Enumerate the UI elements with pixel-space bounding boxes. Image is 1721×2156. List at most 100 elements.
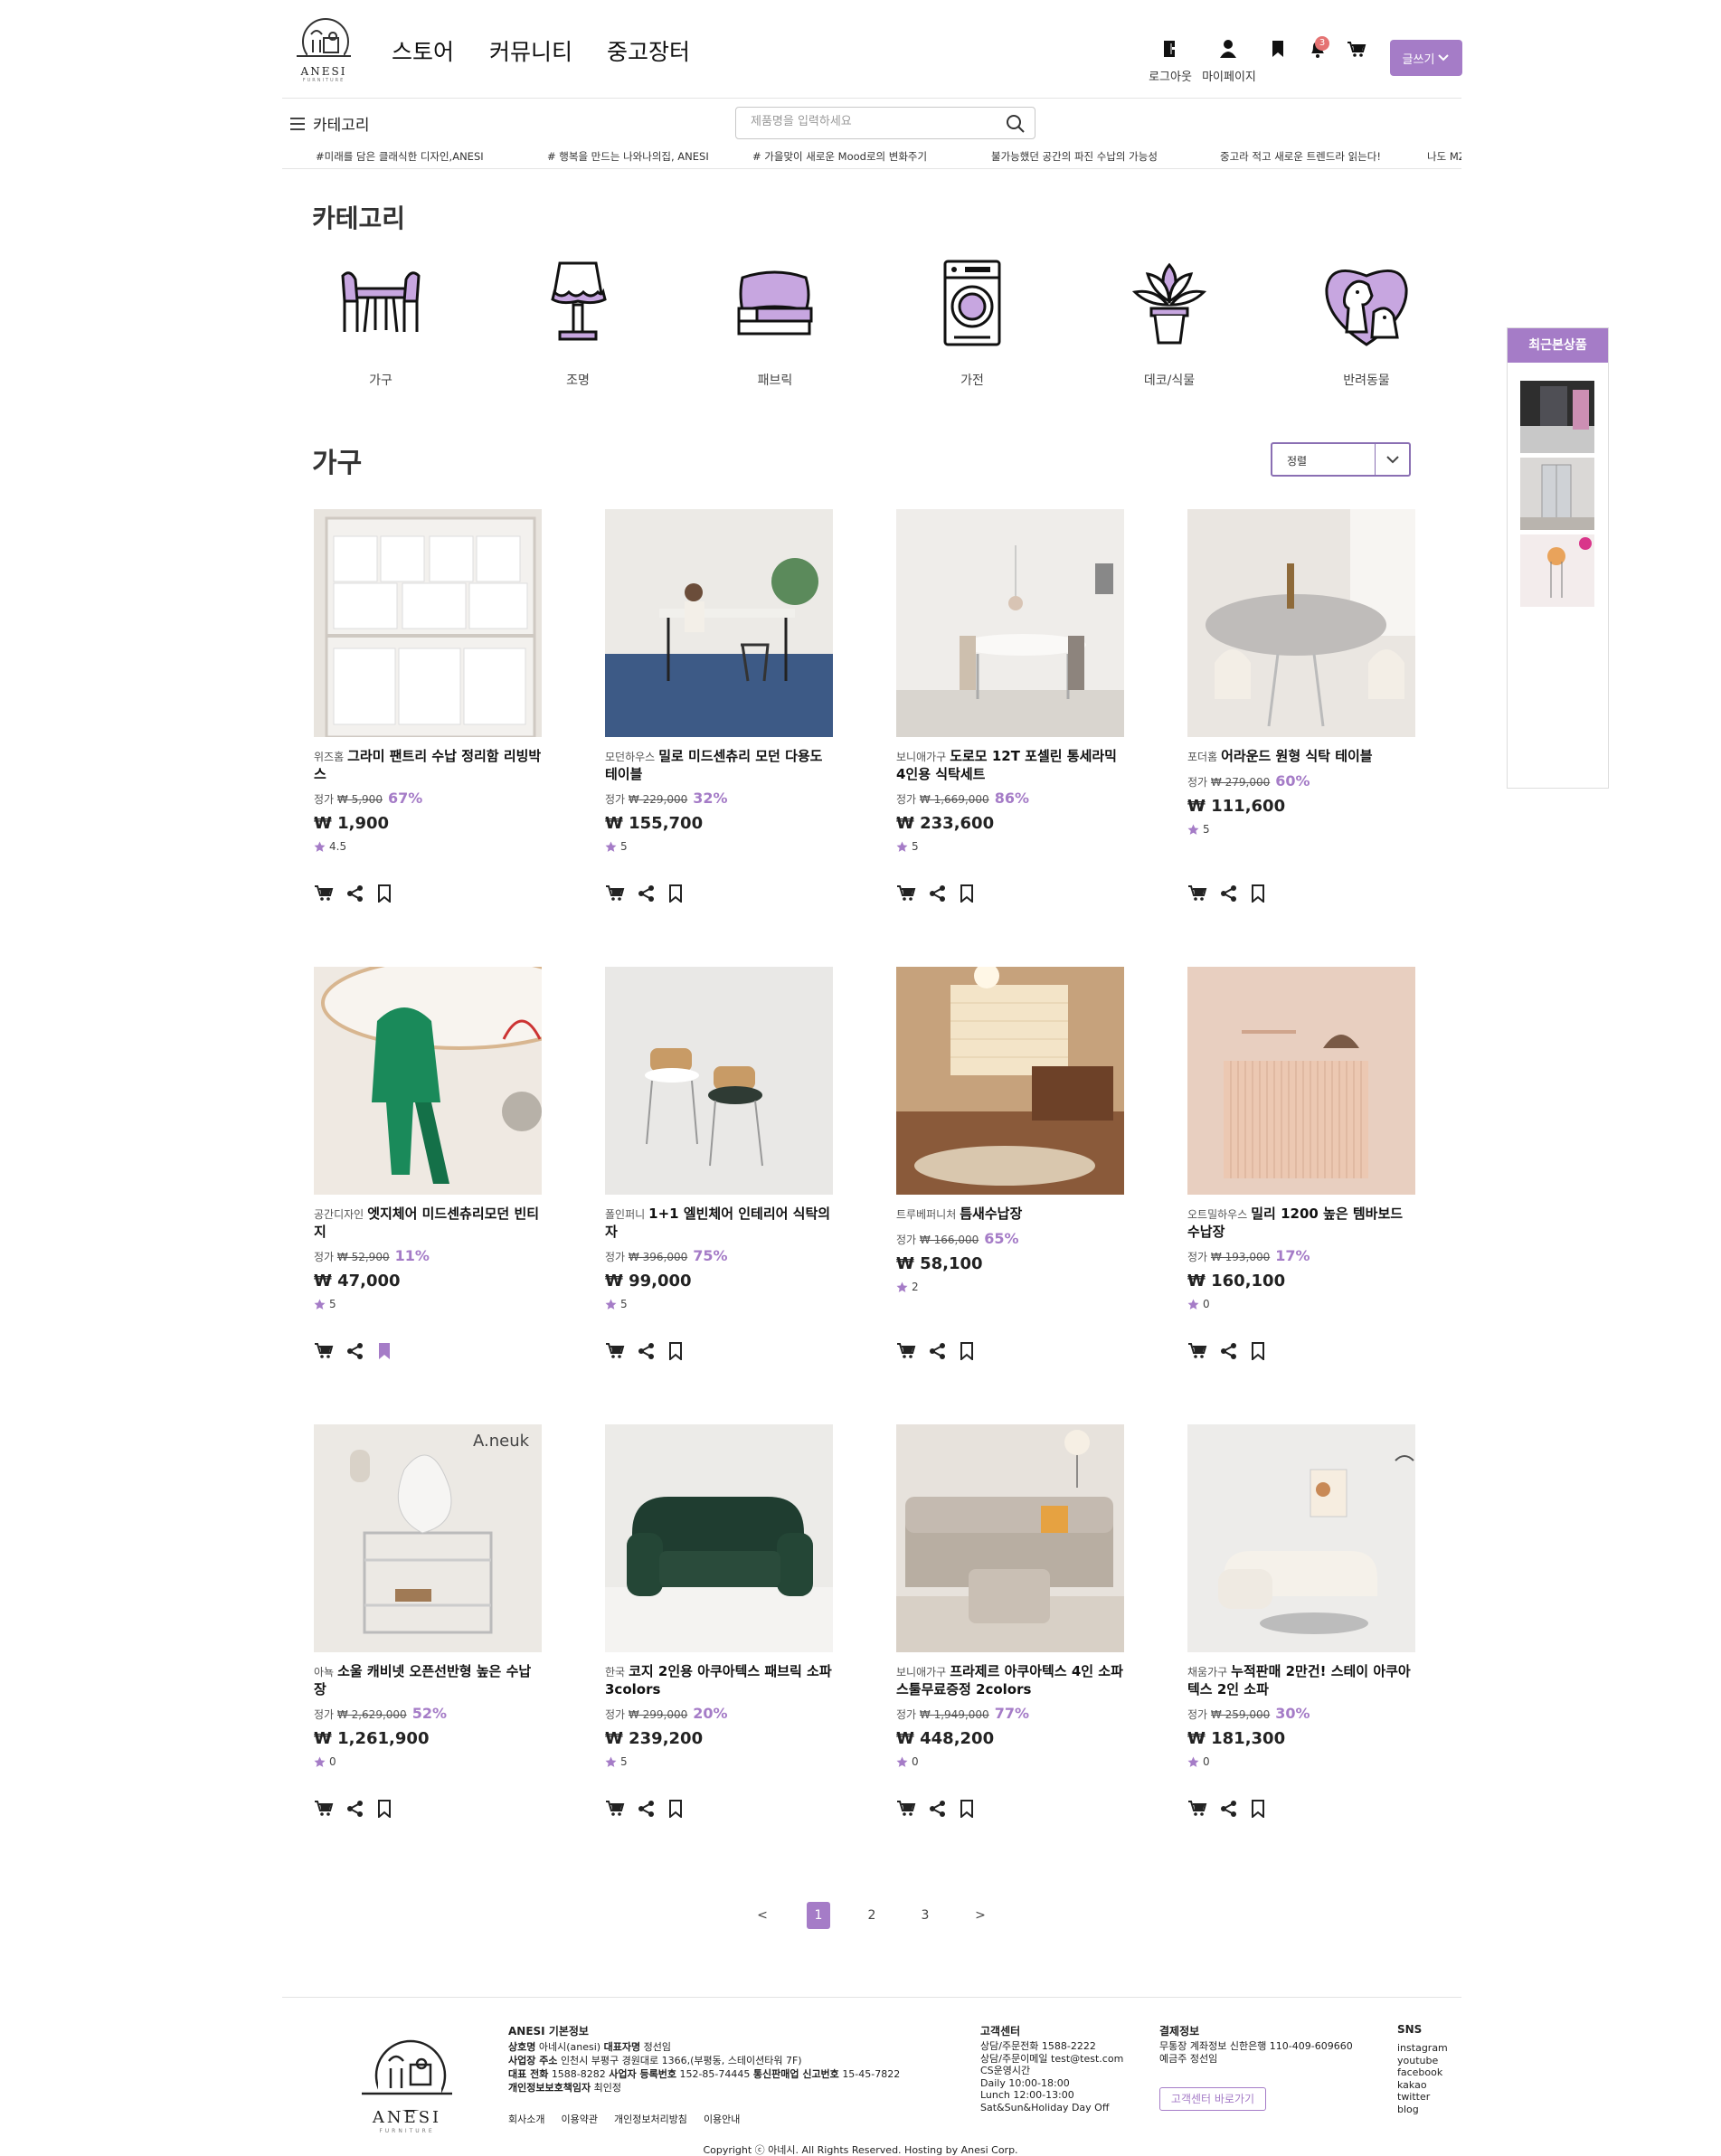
bookmark-icon[interactable] bbox=[377, 884, 392, 903]
product-image[interactable] bbox=[314, 509, 542, 737]
product-title[interactable]: 한국 코지 2인용 아쿠아텍스 패브릭 소파 3colors bbox=[605, 1663, 833, 1698]
bookmark-icon[interactable] bbox=[377, 1800, 392, 1818]
product-title[interactable]: 오트밀하우스 밀리 1200 높은 템바보드 수납장 bbox=[1187, 1206, 1415, 1241]
bookmark-icon[interactable] bbox=[668, 1800, 683, 1818]
bookmark-icon[interactable] bbox=[1251, 1342, 1265, 1360]
share-icon[interactable] bbox=[638, 1342, 656, 1360]
share-icon[interactable] bbox=[346, 1800, 364, 1818]
product-image[interactable] bbox=[1187, 967, 1415, 1195]
ticker-item[interactable]: 중고라 적고 새로운 트렌드라 읽는다! bbox=[1220, 149, 1381, 164]
pagination-prev[interactable]: < bbox=[751, 1902, 774, 1929]
recent-thumbnail[interactable] bbox=[1520, 534, 1594, 607]
product-image[interactable] bbox=[605, 509, 833, 737]
cs-center-button[interactable]: 고객센터 바로가기 bbox=[1159, 2087, 1266, 2111]
product-card[interactable]: 보니애가구 프라제르 아쿠아텍스 4인 소파 스툴무료증정 2colors 정가 ₩… bbox=[896, 1424, 1131, 1831]
product-title[interactable]: 트루베퍼니처 틈새수납장 bbox=[896, 1206, 1124, 1224]
product-card[interactable]: 포더홈 어라운드 원형 식탁 테이블 정가 ₩ 279,000 60% ₩ 111,60… bbox=[1187, 509, 1423, 916]
product-title[interactable]: 보니애가구 프라제르 아쿠아텍스 4인 소파 스툴무료증정 2colors bbox=[896, 1663, 1124, 1698]
product-card[interactable]: 공간디자인 엣지체어 미드센츄리모던 빈티지 정가 ₩ 52,900 11% ₩ 47,… bbox=[314, 967, 549, 1374]
cart-icon[interactable] bbox=[1187, 1342, 1207, 1360]
bookmark-icon[interactable] bbox=[377, 1342, 392, 1360]
product-card[interactable]: 위즈홈 그라미 팬트리 수납 정리함 리빙박스 정가 ₩ 5,900 67% ₩ 1,9… bbox=[314, 509, 549, 916]
category-lighting[interactable]: 조명 bbox=[506, 258, 650, 393]
product-title[interactable]: 공간디자인 엣지체어 미드센츄리모던 빈티지 bbox=[314, 1206, 542, 1241]
bookmark-icon[interactable] bbox=[668, 884, 683, 903]
sns-link[interactable]: twitter bbox=[1397, 2091, 1448, 2104]
product-card[interactable]: 오트밀하우스 밀리 1200 높은 템바보드 수납장 정가 ₩ 193,000 17%… bbox=[1187, 967, 1423, 1374]
product-title[interactable]: 포더홈 어라운드 원형 식탁 테이블 bbox=[1187, 748, 1415, 766]
category-appliance[interactable]: 가전 bbox=[900, 258, 1045, 393]
bookmark-icon[interactable] bbox=[960, 1342, 974, 1360]
category-fabric[interactable]: 패브릭 bbox=[703, 258, 847, 393]
product-image[interactable] bbox=[314, 967, 542, 1195]
share-icon[interactable] bbox=[1220, 1800, 1238, 1818]
recent-thumbnail[interactable] bbox=[1520, 381, 1594, 453]
product-image[interactable]: A.neuk bbox=[314, 1424, 542, 1652]
share-icon[interactable] bbox=[1220, 1342, 1238, 1360]
cart-icon[interactable] bbox=[1347, 38, 1366, 60]
sns-link[interactable]: blog bbox=[1397, 2104, 1448, 2116]
category-menu-button[interactable]: 카테고리 bbox=[289, 112, 370, 135]
cart-icon[interactable] bbox=[314, 1342, 334, 1360]
footer-link[interactable]: 회사소개 bbox=[508, 2113, 544, 2126]
product-card[interactable]: 채움가구 누적판매 2만건! 스테이 아쿠아텍스 2인 소파 정가 ₩ 259,00… bbox=[1187, 1424, 1423, 1831]
nav-community[interactable]: 커뮤니티 bbox=[489, 34, 572, 67]
user-icon[interactable] bbox=[1218, 38, 1238, 60]
sns-link[interactable]: instagram bbox=[1397, 2042, 1448, 2055]
bookmark-icon[interactable] bbox=[1251, 884, 1265, 903]
sns-link[interactable]: kakao bbox=[1397, 2079, 1448, 2092]
share-icon[interactable] bbox=[929, 1800, 947, 1818]
pagination-next[interactable]: > bbox=[969, 1902, 992, 1929]
pagination-page-1[interactable]: 1 bbox=[807, 1902, 830, 1929]
cart-icon[interactable] bbox=[605, 1800, 625, 1818]
footer-link[interactable]: 이용안내 bbox=[704, 2113, 740, 2126]
anesi-logo[interactable]: ANESI FURNITURE bbox=[288, 13, 360, 85]
product-card[interactable]: 한국 코지 2인용 아쿠아텍스 패브릭 소파 3colors 정가 ₩ 299,00… bbox=[605, 1424, 840, 1831]
bookmark-icon[interactable] bbox=[1251, 1800, 1265, 1818]
sort-dropdown[interactable]: 정렬 bbox=[1271, 442, 1411, 477]
cart-icon[interactable] bbox=[314, 884, 334, 903]
ticker-item[interactable]: # 가을맞이 새로운 Mood로의 변화주기 bbox=[752, 149, 927, 164]
ticker-item[interactable]: 나도 MZ bbox=[1427, 149, 1461, 164]
product-image[interactable] bbox=[1187, 509, 1415, 737]
bookmark-icon[interactable] bbox=[960, 1800, 974, 1818]
category-deco-plant[interactable]: 데코/식물 bbox=[1097, 258, 1242, 393]
nav-store[interactable]: 스토어 bbox=[392, 34, 454, 67]
share-icon[interactable] bbox=[929, 884, 947, 903]
logout-label[interactable]: 로그아웃 bbox=[1149, 67, 1192, 84]
cart-icon[interactable] bbox=[1187, 884, 1207, 903]
product-title[interactable]: 폴인퍼니 1+1 엘빈체어 인테리어 식탁의자 bbox=[605, 1206, 833, 1241]
share-icon[interactable] bbox=[638, 884, 656, 903]
product-image[interactable] bbox=[605, 1424, 833, 1652]
write-button[interactable]: 글쓰기 bbox=[1390, 40, 1462, 76]
cart-icon[interactable] bbox=[896, 1342, 916, 1360]
product-title[interactable]: 모던하우스 밀로 미드센츄리 모던 다용도 테이블 bbox=[605, 748, 833, 783]
search-input[interactable] bbox=[751, 115, 995, 128]
footer-link[interactable]: 개인정보처리방침 bbox=[614, 2113, 687, 2126]
bookmark-icon[interactable] bbox=[668, 1342, 683, 1360]
cart-icon[interactable] bbox=[605, 884, 625, 903]
product-card[interactable]: A.neuk 아뇩 소울 캐비넷 오픈선반형 높은 수납장 정가 ₩ 2,629,00… bbox=[314, 1424, 549, 1831]
cart-icon[interactable] bbox=[1187, 1800, 1207, 1818]
ticker-item[interactable]: #미래를 담은 클래식한 디자인,ANESI bbox=[316, 149, 484, 164]
product-title[interactable]: 보니애가구 도로모 12T 포셀린 통세라믹 4인용 식탁세트 bbox=[896, 748, 1124, 783]
cart-icon[interactable] bbox=[605, 1342, 625, 1360]
ticker-item[interactable]: 불가능했던 공간의 파진 수납의 가능성 bbox=[991, 149, 1158, 164]
product-image[interactable] bbox=[605, 967, 833, 1195]
product-card[interactable]: 보니애가구 도로모 12T 포셀린 통세라믹 4인용 식탁세트 정가 ₩ 1,669… bbox=[896, 509, 1131, 916]
sns-link[interactable]: youtube bbox=[1397, 2055, 1448, 2067]
product-card[interactable]: 트루베퍼니처 틈새수납장 정가 ₩ 166,000 65% ₩ 58,100 2 bbox=[896, 967, 1131, 1374]
pagination-page-3[interactable]: 3 bbox=[913, 1902, 937, 1929]
pagination-page-2[interactable]: 2 bbox=[860, 1902, 884, 1929]
footer-link[interactable]: 이용약관 bbox=[561, 2113, 597, 2126]
product-image[interactable] bbox=[1187, 1424, 1415, 1652]
product-title[interactable]: 아뇩 소울 캐비넷 오픈선반형 높은 수납장 bbox=[314, 1663, 542, 1698]
category-pet[interactable]: 반려동물 bbox=[1294, 258, 1439, 393]
cart-icon[interactable] bbox=[314, 1800, 334, 1818]
bookmark-icon[interactable] bbox=[1268, 38, 1288, 60]
sns-link[interactable]: facebook bbox=[1397, 2066, 1448, 2079]
cart-icon[interactable] bbox=[896, 884, 916, 903]
share-icon[interactable] bbox=[346, 1342, 364, 1360]
product-card[interactable]: 모던하우스 밀로 미드센츄리 모던 다용도 테이블 정가 ₩ 229,000 32% ₩… bbox=[605, 509, 840, 916]
share-icon[interactable] bbox=[638, 1800, 656, 1818]
